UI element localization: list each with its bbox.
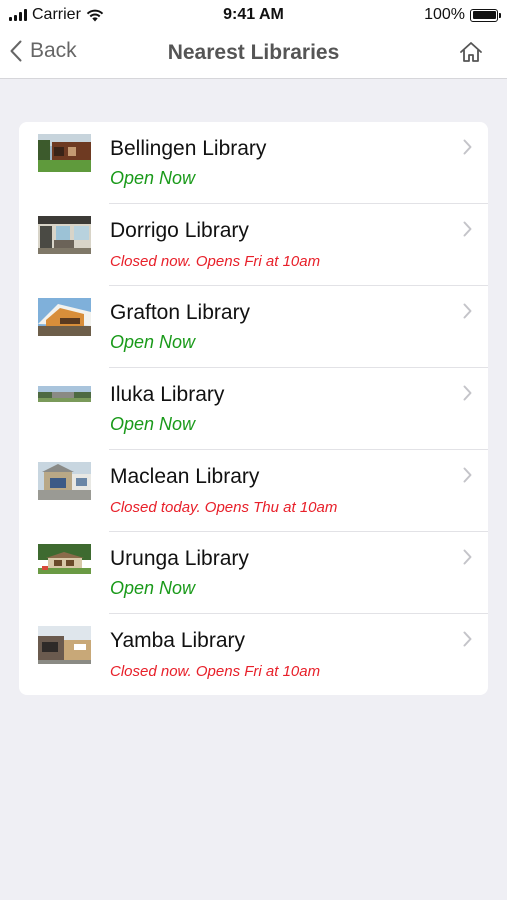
nav-bar: Back Nearest Libraries <box>0 30 507 79</box>
library-row-iluka[interactable]: Iluka Library Open Now <box>19 368 488 450</box>
library-photo-iluka <box>38 380 91 418</box>
chevron-right-icon <box>463 303 472 319</box>
status-bar: Carrier 9:41 AM 100% <box>0 0 507 30</box>
library-photo-maclean <box>38 462 91 500</box>
home-icon <box>460 42 482 62</box>
status-right: 100% <box>424 6 501 24</box>
chevron-right-icon <box>463 139 472 155</box>
library-list: Bellingen Library Open Now Dorrigo Libra… <box>19 122 488 695</box>
back-label: Back <box>30 39 77 62</box>
library-name: Maclean Library <box>110 465 260 488</box>
library-name: Yamba Library <box>110 629 246 652</box>
chevron-right-icon <box>463 221 472 237</box>
back-button[interactable]: Back <box>10 39 77 63</box>
battery-icon <box>470 8 501 22</box>
chevron-right-icon <box>463 549 472 565</box>
library-status: Open Now <box>110 168 196 188</box>
library-row-yamba[interactable]: Yamba Library Closed now. Opens Fri at 1… <box>19 614 488 695</box>
chevron-right-icon <box>463 385 472 401</box>
chevron-right-icon <box>463 631 472 647</box>
library-photo-bellingen <box>38 134 91 172</box>
library-name: Grafton Library <box>110 301 251 324</box>
library-name: Iluka Library <box>110 383 225 406</box>
library-status: Closed now. Opens Fri at 10am <box>110 663 321 680</box>
library-status: Closed today. Opens Thu at 10am <box>110 499 338 516</box>
library-photo-yamba <box>38 626 91 664</box>
library-name: Dorrigo Library <box>110 219 249 242</box>
library-photo-urunga <box>38 544 91 582</box>
library-row-grafton[interactable]: Grafton Library Open Now <box>19 286 488 368</box>
battery-percent: 100% <box>424 6 465 23</box>
chevron-left-icon <box>10 40 22 62</box>
chevron-right-icon <box>463 467 472 483</box>
library-status: Open Now <box>110 578 196 598</box>
home-button[interactable] <box>459 41 483 68</box>
library-row-bellingen[interactable]: Bellingen Library Open Now <box>19 122 488 204</box>
library-status: Closed now. Opens Fri at 10am <box>110 253 321 270</box>
library-row-maclean[interactable]: Maclean Library Closed today. Opens Thu … <box>19 450 488 532</box>
library-status: Open Now <box>110 414 196 434</box>
library-row-urunga[interactable]: Urunga Library Open Now <box>19 532 488 614</box>
library-name: Bellingen Library <box>110 137 267 160</box>
library-photo-grafton <box>38 298 91 336</box>
library-photo-dorrigo <box>38 216 91 254</box>
library-name: Urunga Library <box>110 547 249 570</box>
library-status: Open Now <box>110 332 196 352</box>
library-row-dorrigo[interactable]: Dorrigo Library Closed now. Opens Fri at… <box>19 204 488 286</box>
